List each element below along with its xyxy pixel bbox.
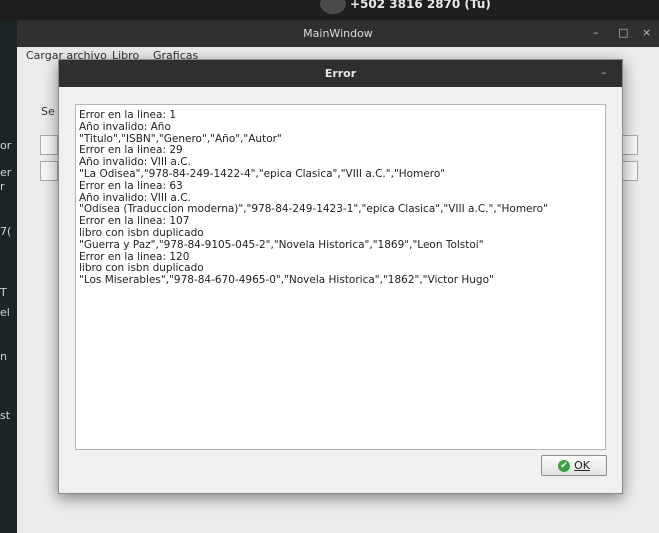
- background-input[interactable]: [40, 161, 58, 181]
- minimize-button[interactable]: –: [593, 26, 599, 39]
- error-message-area[interactable]: Error en la linea: 1 Año invalido: Año "…: [75, 104, 606, 450]
- background-text-fragment: st: [0, 409, 11, 422]
- background-text-fragment: 7(: [0, 225, 12, 238]
- background-text-fragment: or: [0, 139, 12, 152]
- maximize-button[interactable]: □: [618, 26, 628, 39]
- error-message-text: Error en la linea: 1 Año invalido: Año "…: [79, 109, 548, 287]
- ok-button-label: OK: [574, 459, 590, 472]
- main-window-title: MainWindow: [303, 27, 373, 40]
- background-input[interactable]: [40, 135, 58, 155]
- partial-label: Se: [41, 105, 55, 118]
- ok-button[interactable]: ✔ OK: [541, 455, 607, 476]
- error-dialog: Error – Error en la linea: 1 Año invalid…: [58, 59, 623, 494]
- background-text-fragment: el: [0, 306, 10, 319]
- dialog-minimize-button[interactable]: –: [601, 66, 607, 79]
- background-text-fragment: r: [0, 180, 5, 193]
- close-button[interactable]: ×: [642, 26, 651, 39]
- dialog-title: Error: [324, 67, 357, 80]
- background-text-fragment: T: [0, 286, 7, 299]
- background-text-fragment: er: [0, 166, 12, 179]
- background-text-fragment: n: [0, 350, 7, 363]
- contact-phone: +502 3816 2870 (Tú): [350, 0, 491, 11]
- background-left-strip: [0, 20, 17, 533]
- check-circle-icon: ✔: [558, 459, 571, 472]
